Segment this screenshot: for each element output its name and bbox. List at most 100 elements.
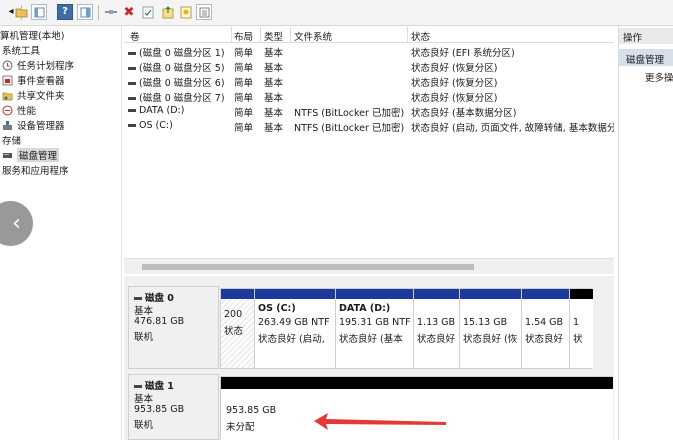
column-divider[interactable] — [407, 27, 408, 42]
volume-layout: 简单 — [234, 78, 254, 89]
horizontal-scrollbar[interactable] — [124, 258, 614, 274]
tree-item-computer-management[interactable]: 算机管理(本地) — [0, 28, 64, 42]
console-tree-icon[interactable] — [31, 4, 47, 20]
volume-layout: 简单 — [234, 93, 254, 104]
export-icon[interactable] — [160, 4, 176, 20]
partition-status: 状态良好 (恢 — [463, 334, 518, 345]
partition-small[interactable]: 1 状 — [570, 289, 593, 368]
volume-layout: 简单 — [234, 48, 254, 59]
disk-icon — [134, 297, 142, 300]
connect-icon[interactable] — [103, 4, 119, 20]
partition-efi[interactable]: 200 状态 — [221, 289, 255, 368]
volume-row[interactable]: (磁盘 0 磁盘分区 6) 简单 基本 状态良好 (恢复分区) — [124, 74, 614, 89]
volume-row[interactable]: (磁盘 0 磁盘分区 5) 简单 基本 状态良好 (恢复分区) — [124, 59, 614, 74]
column-header-volume[interactable]: 卷 — [130, 29, 140, 43]
scrollbar-thumb[interactable] — [142, 264, 474, 270]
volume-name: (磁盘 0 磁盘分区 1) — [139, 48, 225, 59]
tree-item-shared-folders[interactable]: 共享文件夹 — [2, 88, 65, 102]
tree-item-device-manager[interactable]: 设备管理器 — [2, 118, 65, 132]
volume-icon — [128, 67, 136, 70]
actions-pane: 操作 磁盘管理 更多操 — [618, 26, 673, 440]
partition-size: 195.31 GB NTF — [339, 317, 411, 328]
volume-layout: 简单 — [234, 108, 254, 119]
volume-cell: (磁盘 0 磁盘分区 6) — [128, 75, 228, 89]
tree-item-task-scheduler[interactable]: 任务计划程序 — [2, 58, 74, 72]
action-more[interactable]: 更多操 — [645, 70, 673, 84]
disk-icon — [2, 150, 13, 161]
tree-item-label: 性能 — [17, 106, 37, 117]
disk-type: 基本 — [134, 306, 154, 317]
disk-type: 基本 — [134, 394, 154, 405]
column-header-type[interactable]: 类型 — [264, 29, 283, 43]
volume-name: (磁盘 0 磁盘分区 5) — [139, 63, 225, 74]
column-divider[interactable] — [290, 27, 291, 42]
volume-row[interactable]: OS (C:) 简单 基本 NTFS (BitLocker 已加密) 状态良好 … — [124, 119, 614, 134]
column-header-status[interactable]: 状态 — [411, 29, 430, 43]
volume-row[interactable]: (磁盘 0 磁盘分区 7) 简单 基本 状态良好 (恢复分区) — [124, 89, 614, 104]
delete-icon[interactable]: ✖ — [121, 4, 137, 20]
disk-status: 联机 — [134, 332, 154, 343]
volume-icon — [128, 109, 136, 112]
volume-status: 状态良好 (启动, 页面文件, 故障转储, 基本数据分 — [411, 123, 614, 134]
partition-size: 1 — [573, 317, 580, 328]
partition-recovery-1[interactable]: 1.13 GB 状态良好 — [414, 289, 460, 368]
partition-status: 状态 — [224, 326, 244, 337]
disk-0-info[interactable]: 磁盘 0 基本 476.81 GB 联机 — [128, 286, 219, 369]
column-divider[interactable] — [231, 27, 232, 42]
tree-item-event-viewer[interactable]: 事件查看器 — [2, 73, 65, 87]
tree-item-label: 服务和应用程序 — [2, 166, 69, 177]
partition-data-d[interactable]: DATA (D:) 195.31 GB NTF 状态良好 (基本 — [336, 289, 414, 368]
partition-bar — [570, 289, 593, 299]
shared-folder-icon — [2, 90, 13, 101]
event-viewer-icon — [2, 75, 13, 86]
partition-bar — [336, 289, 413, 299]
volume-type: 基本 — [264, 123, 284, 134]
volume-status: 状态良好 (恢复分区) — [411, 93, 498, 104]
disk-0-partitions: 200 状态 OS (C:) 263.49 GB NTF 状态良好 (启动, D… — [220, 288, 593, 369]
volume-name: DATA (D:) — [139, 105, 185, 116]
tree-item-system-tools[interactable]: 系统工具 — [2, 43, 40, 57]
partition-status: 状态良好 (基本 — [339, 334, 403, 345]
volume-cell: (磁盘 0 磁盘分区 7) — [128, 90, 228, 104]
volume-icon — [128, 82, 136, 85]
partition-recovery-2[interactable]: 15.13 GB 状态良好 (恢 — [460, 289, 522, 368]
partition-os-c[interactable]: OS (C:) 263.49 GB NTF 状态良好 (启动, — [255, 289, 336, 368]
volume-type: 基本 — [264, 63, 284, 74]
volume-cell: (磁盘 0 磁盘分区 5) — [128, 60, 228, 74]
action-disk-management[interactable]: 磁盘管理 — [619, 49, 673, 66]
volume-list-header: 卷 布局 类型 文件系统 状态 — [124, 26, 614, 43]
partition-size: 200 — [224, 309, 243, 320]
partition-size: 1.54 GB — [525, 317, 564, 328]
check-icon[interactable] — [140, 4, 156, 20]
tree-item-label: 任务计划程序 — [17, 61, 75, 72]
chevron-left-icon: ‹ — [12, 211, 21, 236]
tree-item-disk-management[interactable]: 磁盘管理 — [2, 148, 60, 162]
partition-bar — [221, 377, 613, 389]
tree-item-storage[interactable]: 存储 — [2, 133, 21, 147]
column-header-file-system[interactable]: 文件系统 — [294, 29, 332, 43]
column-header-layout[interactable]: 布局 — [234, 29, 253, 43]
volume-layout: 简单 — [234, 123, 254, 134]
partition-status: 状态良好 — [525, 334, 564, 345]
partition-bar — [221, 289, 254, 299]
partition-recovery-3[interactable]: 1.54 GB 状态良好 — [522, 289, 570, 368]
volume-name: OS (C:) — [139, 120, 173, 131]
volume-row[interactable]: DATA (D:) 简单 基本 NTFS (BitLocker 已加密) 状态良… — [124, 104, 614, 119]
annotation-arrow-icon — [314, 413, 446, 430]
list-view-icon[interactable] — [196, 4, 212, 20]
column-divider[interactable] — [260, 27, 261, 42]
properties-icon[interactable] — [77, 4, 93, 20]
volume-type: 基本 — [264, 48, 284, 59]
disk-status: 联机 — [134, 420, 154, 431]
up-folder-icon[interactable] — [13, 4, 29, 20]
tree-item-label: 共享文件夹 — [17, 91, 65, 102]
clock-icon — [2, 60, 13, 71]
help-icon[interactable]: ? — [57, 4, 73, 20]
tree-item-services-and-applications[interactable]: 服务和应用程序 — [2, 163, 69, 177]
disk-1-info[interactable]: 磁盘 1 基本 953.85 GB 联机 — [128, 374, 219, 440]
volume-row[interactable]: (磁盘 0 磁盘分区 1) 简单 基本 状态良好 (EFI 系统分区) — [124, 44, 614, 59]
partition-status: 未分配 — [226, 422, 255, 433]
wizard-icon[interactable] — [178, 4, 194, 20]
volume-icon — [128, 52, 136, 55]
tree-item-performance[interactable]: 性能 — [2, 103, 36, 117]
